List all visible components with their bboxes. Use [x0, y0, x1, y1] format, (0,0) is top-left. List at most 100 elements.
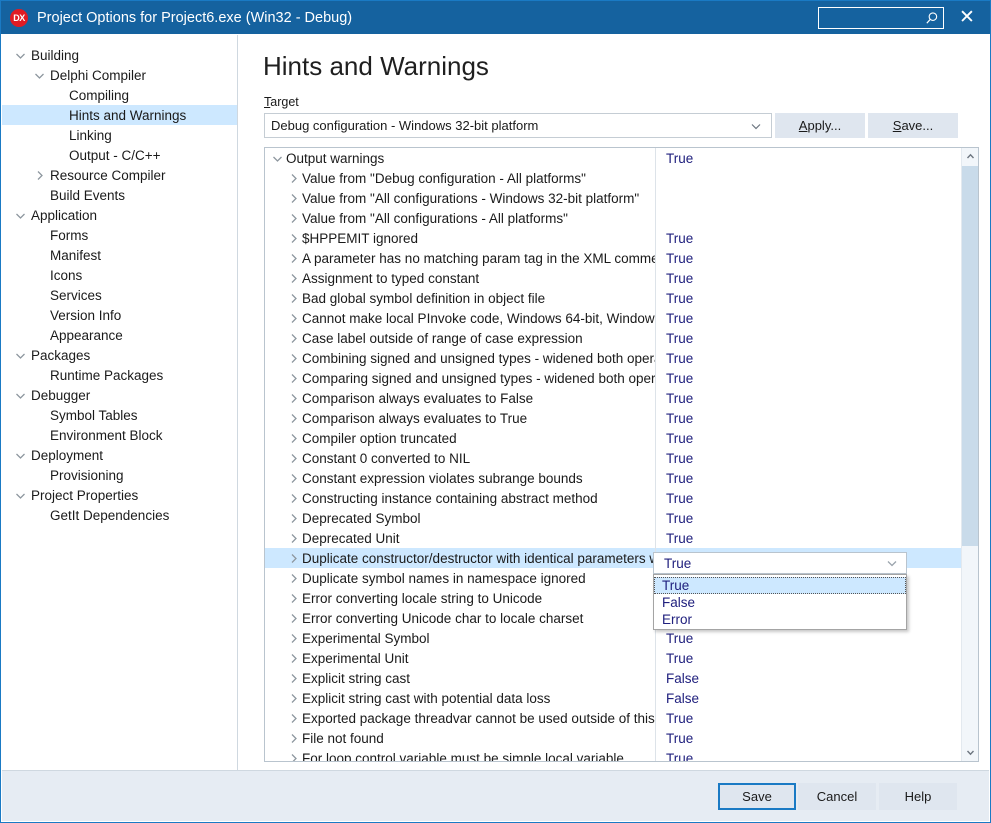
scroll-down-icon[interactable] [962, 744, 978, 761]
sidebar-item-getit-dependencies[interactable]: GetIt Dependencies [2, 505, 237, 525]
chevron-right-icon[interactable] [285, 592, 301, 605]
warning-value-cell[interactable]: True [655, 708, 961, 728]
warning-value-cell[interactable]: True [655, 288, 961, 308]
chevron-right-icon[interactable] [285, 692, 301, 705]
sidebar-item-delphi-compiler[interactable]: Delphi Compiler [2, 65, 237, 85]
chevron-down-icon[interactable] [31, 67, 48, 84]
sidebar-item-services[interactable]: Services [2, 285, 237, 305]
sidebar-item-build-events[interactable]: Build Events [2, 185, 237, 205]
chevron-right-icon[interactable] [285, 612, 301, 625]
sidebar-item-hints-and-warnings[interactable]: Hints and Warnings [2, 105, 237, 125]
sidebar-item-packages[interactable]: Packages [2, 345, 237, 365]
sidebar-item-icons[interactable]: Icons [2, 265, 237, 285]
sidebar-item-provisioning[interactable]: Provisioning [2, 465, 237, 485]
chevron-right-icon[interactable] [285, 412, 301, 425]
table-row[interactable]: Output warnings True [265, 148, 961, 168]
chevron-right-icon[interactable] [285, 332, 301, 345]
table-row[interactable]: Exported package threadvar cannot be use… [265, 708, 961, 728]
warning-value-cell[interactable]: True [655, 508, 961, 528]
sidebar-item-resource-compiler[interactable]: Resource Compiler [2, 165, 237, 185]
chevron-right-icon[interactable] [285, 172, 301, 185]
sidebar-item-runtime-packages[interactable]: Runtime Packages [2, 365, 237, 385]
warning-value-cell[interactable] [655, 188, 961, 208]
search-box[interactable] [818, 6, 944, 29]
warning-value-cell[interactable]: True [655, 408, 961, 428]
save-button[interactable]: Save [718, 783, 796, 810]
chevron-right-icon[interactable] [285, 312, 301, 325]
warning-value-cell[interactable]: True [655, 368, 961, 388]
combo-option[interactable]: True [654, 577, 906, 594]
table-row[interactable]: File not found True [265, 728, 961, 748]
chevron-down-icon[interactable] [12, 487, 29, 504]
chevron-right-icon[interactable] [285, 492, 301, 505]
table-row[interactable]: Value from "All configurations - All pla… [265, 208, 961, 228]
table-row[interactable]: $HPPEMIT ignored True [265, 228, 961, 248]
sidebar-item-debugger[interactable]: Debugger [2, 385, 237, 405]
warning-value-cell[interactable]: True [655, 308, 961, 328]
table-row[interactable]: Experimental Unit True [265, 648, 961, 668]
warning-value-cell[interactable]: True [655, 268, 961, 288]
table-row[interactable]: Explicit string cast with potential data… [265, 688, 961, 708]
chevron-right-icon[interactable] [285, 292, 301, 305]
cancel-button[interactable]: Cancel [798, 783, 876, 810]
table-row[interactable]: Value from "Debug configuration - All pl… [265, 168, 961, 188]
chevron-right-icon[interactable] [285, 472, 301, 485]
chevron-right-icon[interactable] [285, 212, 301, 225]
help-button[interactable]: Help [879, 783, 957, 810]
scrollbar-thumb[interactable] [962, 166, 978, 546]
chevron-right-icon[interactable] [285, 652, 301, 665]
sidebar-item-manifest[interactable]: Manifest [2, 245, 237, 265]
table-row[interactable]: Constant expression violates subrange bo… [265, 468, 961, 488]
sidebar-item-building[interactable]: Building [2, 45, 237, 65]
sidebar-item-version-info[interactable]: Version Info [2, 305, 237, 325]
chevron-down-icon[interactable] [12, 207, 29, 224]
warning-value-cell[interactable]: True [655, 528, 961, 548]
combo-option[interactable]: Error [654, 611, 906, 628]
chevron-right-icon[interactable] [285, 232, 301, 245]
grid-vertical-scrollbar[interactable] [961, 148, 978, 761]
table-row[interactable]: Cannot make local PInvoke code, Windows … [265, 308, 961, 328]
warnings-grid[interactable]: Output warnings True Value from "Debug con… [264, 147, 979, 762]
sidebar-item-appearance[interactable]: Appearance [2, 325, 237, 345]
table-row[interactable]: Value from "All configurations - Windows… [265, 188, 961, 208]
warning-value-cell[interactable] [655, 208, 961, 228]
table-row[interactable]: A parameter has no matching param tag in… [265, 248, 961, 268]
chevron-down-icon[interactable] [12, 447, 29, 464]
table-row[interactable]: Comparing signed and unsigned types - wi… [265, 368, 961, 388]
value-combo-editor[interactable]: True [653, 552, 907, 574]
chevron-right-icon[interactable] [285, 352, 301, 365]
warning-value-cell[interactable]: True [655, 728, 961, 748]
warning-value-cell[interactable]: False [655, 668, 961, 688]
table-row[interactable]: Deprecated Symbol True [265, 508, 961, 528]
settings-tree-sidebar[interactable]: Building Delphi Compiler Compiling Hints an… [2, 35, 238, 772]
table-row[interactable]: Comparison always evaluates to False True [265, 388, 961, 408]
value-combo-dropdown-list[interactable]: True False Error [653, 574, 907, 630]
table-row[interactable]: Deprecated Unit True [265, 528, 961, 548]
chevron-right-icon[interactable] [285, 512, 301, 525]
chevron-right-icon[interactable] [285, 452, 301, 465]
warning-value-cell[interactable]: True [655, 468, 961, 488]
chevron-right-icon[interactable] [31, 167, 48, 184]
table-row[interactable]: Constant 0 converted to NIL True [265, 448, 961, 468]
sidebar-item-deployment[interactable]: Deployment [2, 445, 237, 465]
table-row[interactable]: Comparison always evaluates to True True [265, 408, 961, 428]
scroll-up-icon[interactable] [962, 148, 978, 165]
chevron-right-icon[interactable] [285, 392, 301, 405]
chevron-right-icon[interactable] [285, 252, 301, 265]
warning-value-cell[interactable]: True [655, 448, 961, 468]
warning-value-cell[interactable]: True [655, 388, 961, 408]
apply-button[interactable]: Apply... [775, 113, 865, 138]
table-row[interactable]: Combining signed and unsigned types - wi… [265, 348, 961, 368]
combo-option[interactable]: False [654, 594, 906, 611]
table-row[interactable]: Assignment to typed constant True [265, 268, 961, 288]
chevron-right-icon[interactable] [285, 572, 301, 585]
table-row[interactable]: Explicit string cast False [265, 668, 961, 688]
warning-value-cell[interactable]: True [655, 748, 961, 761]
chevron-right-icon[interactable] [285, 712, 301, 725]
sidebar-item-symbol-tables[interactable]: Symbol Tables [2, 405, 237, 425]
sidebar-item-output-c-c[interactable]: Output - C/C++ [2, 145, 237, 165]
sidebar-item-application[interactable]: Application [2, 205, 237, 225]
table-row[interactable]: Constructing instance containing abstrac… [265, 488, 961, 508]
table-row[interactable]: Case label outside of range of case expr… [265, 328, 961, 348]
warning-value-cell[interactable]: True [655, 428, 961, 448]
